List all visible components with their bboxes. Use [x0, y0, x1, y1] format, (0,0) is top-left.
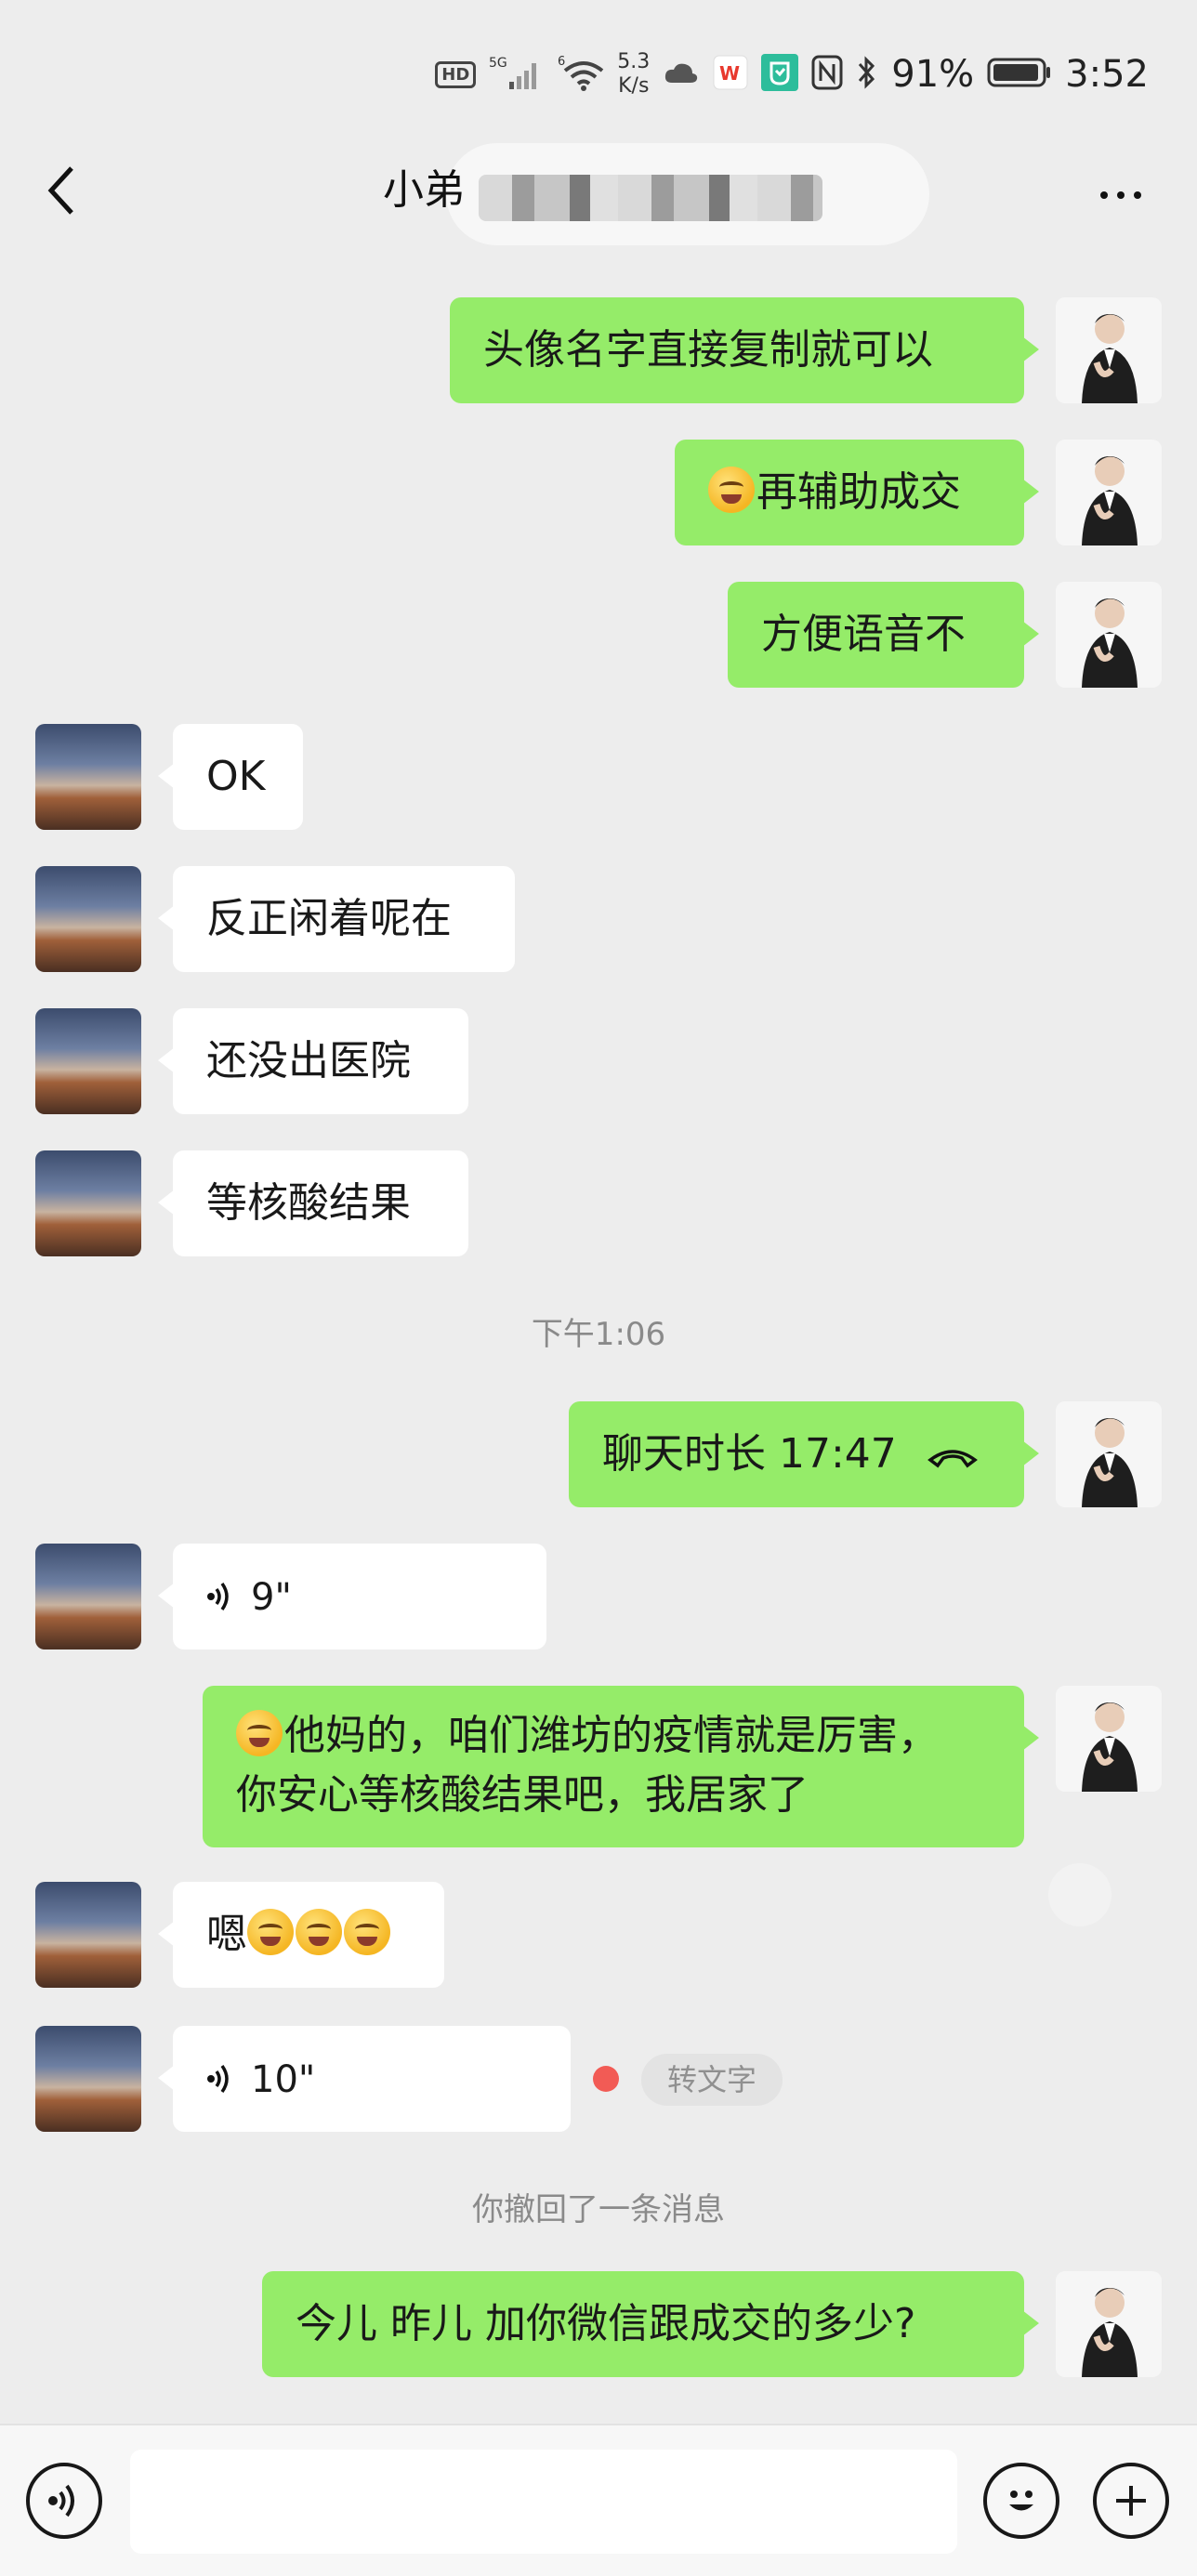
avatar-me[interactable]	[1056, 297, 1162, 403]
clock: 3:52	[1065, 53, 1149, 96]
back-button[interactable]	[33, 156, 89, 225]
bluetooth-icon	[856, 55, 878, 94]
redacted-name	[479, 175, 822, 221]
message-bubble-other[interactable]: 反正闲着呢在	[158, 866, 515, 972]
chevron-left-icon	[47, 166, 73, 215]
svg-text:6: 6	[558, 55, 565, 69]
avatar-me[interactable]	[1056, 1686, 1162, 1792]
more-dot	[1117, 191, 1125, 199]
svg-text:W: W	[719, 62, 740, 85]
message-text: 方便语音不	[761, 611, 966, 658]
chat-title[interactable]: 小弟	[383, 158, 465, 223]
avatar-contact[interactable]	[35, 1882, 141, 1988]
battery-icon	[987, 57, 1052, 92]
speed-unit: K/s	[618, 74, 650, 98]
message-bubble-me[interactable]: 他妈的，咱们潍坊的疫情就是厉害， 你安心等核酸结果吧，我居家了	[203, 1686, 1039, 1847]
voice-message-bubble[interactable]: 9"	[158, 1544, 546, 1649]
network-speed: 5.3 K/s	[617, 50, 650, 99]
avatar-me[interactable]	[1056, 440, 1162, 545]
more-dot	[1100, 191, 1108, 199]
message-bubble-me[interactable]: 头像名字直接复制就可以	[450, 297, 1039, 403]
voice-toggle-icon	[48, 2484, 74, 2517]
message-text: 还没出医院	[206, 1037, 411, 1084]
battery-percent: 91%	[891, 53, 975, 96]
convert-to-text-button[interactable]: 转文字	[641, 2054, 783, 2106]
message-input[interactable]	[130, 2450, 957, 2554]
floating-circle	[1048, 1863, 1112, 1926]
mi-icon	[761, 54, 799, 95]
message-text: 聊天时长 17:47	[602, 1430, 897, 1478]
recall-notice: 你撤回了一条消息	[472, 2191, 725, 2228]
avatar-contact[interactable]	[35, 724, 141, 830]
timestamp: 下午1:06	[531, 1316, 666, 1353]
message-text: 再辅助成交	[756, 468, 961, 516]
avatar-me[interactable]	[1056, 1401, 1162, 1507]
voice-wave-icon	[207, 2064, 229, 2094]
message-bubble-me[interactable]: 今儿 昨儿 加你微信跟成交的多少?	[262, 2271, 1039, 2377]
message-bubble-other[interactable]: 等核酸结果	[158, 1150, 468, 1256]
voice-duration: 9"	[251, 1576, 292, 1619]
call-record-bubble[interactable]: 聊天时长 17:47	[569, 1401, 1039, 1507]
wifi-icon: 6	[558, 54, 604, 95]
emoji-icon	[296, 1909, 342, 1955]
avatar-contact[interactable]	[35, 866, 141, 972]
voice-toggle-button[interactable]	[26, 2463, 102, 2539]
message-bubble-me[interactable]: 再辅助成交	[675, 440, 1039, 545]
message-text-line: 你安心等核酸结果吧，我居家了	[236, 1771, 809, 1819]
voice-message-bubble[interactable]: 10"	[158, 2026, 571, 2132]
message-text: 等核酸结果	[206, 1179, 411, 1227]
emoji-icon	[247, 1909, 294, 1955]
avatar-me[interactable]	[1056, 2271, 1162, 2377]
nfc-icon	[811, 55, 843, 94]
message-text: 今儿 昨儿 加你微信跟成交的多少?	[296, 2300, 916, 2347]
unread-dot	[593, 2066, 619, 2092]
avatar-contact[interactable]	[35, 1150, 141, 1256]
status-icons: HD 5G 6 5.3 K/s W 91% 3:52	[435, 48, 1149, 100]
status-bar: HD 5G 6 5.3 K/s W 91% 3:52	[0, 0, 1197, 139]
avatar-me[interactable]	[1056, 582, 1162, 688]
emoji-icon	[708, 467, 755, 513]
speed-value: 5.3	[617, 50, 651, 73]
avatar-contact[interactable]	[35, 1544, 141, 1649]
message-text-line: 他妈的，咱们潍坊的疫情就是厉害，	[284, 1712, 939, 1759]
avatar-contact[interactable]	[35, 1008, 141, 1114]
wps-icon: W	[713, 55, 748, 94]
more-button[interactable]	[1084, 167, 1158, 223]
message-text: OK	[206, 753, 266, 800]
message-text: 嗯	[206, 1911, 247, 1958]
plus-icon	[1116, 2486, 1146, 2516]
message-bubble-other[interactable]: 嗯	[158, 1882, 444, 1988]
emoji-icon	[344, 1909, 390, 1955]
svg-text:5G: 5G	[489, 56, 507, 71]
avatar-contact[interactable]	[35, 2026, 141, 2132]
message-bubble-other[interactable]: OK	[158, 724, 303, 830]
signal-icon: 5G	[489, 54, 545, 95]
emoji-button[interactable]	[983, 2463, 1059, 2539]
message-text: 头像名字直接复制就可以	[483, 326, 933, 374]
more-dot	[1134, 191, 1141, 199]
input-bar	[0, 2424, 1197, 2576]
phone-icon	[927, 1450, 978, 1468]
hd-badge: HD	[435, 60, 477, 88]
message-bubble-other[interactable]: 还没出医院	[158, 1008, 468, 1114]
message-text: 反正闲着呢在	[206, 895, 452, 942]
emoji-icon	[236, 1710, 283, 1756]
emoji-icon	[1009, 2491, 1033, 2511]
chat-header: 小弟	[0, 139, 1197, 245]
plus-button[interactable]	[1093, 2463, 1169, 2539]
message-bubble-me[interactable]: 方便语音不	[728, 582, 1039, 688]
voice-duration: 10"	[251, 2058, 316, 2101]
voice-wave-icon	[207, 1582, 229, 1611]
cloud-icon	[663, 59, 700, 90]
